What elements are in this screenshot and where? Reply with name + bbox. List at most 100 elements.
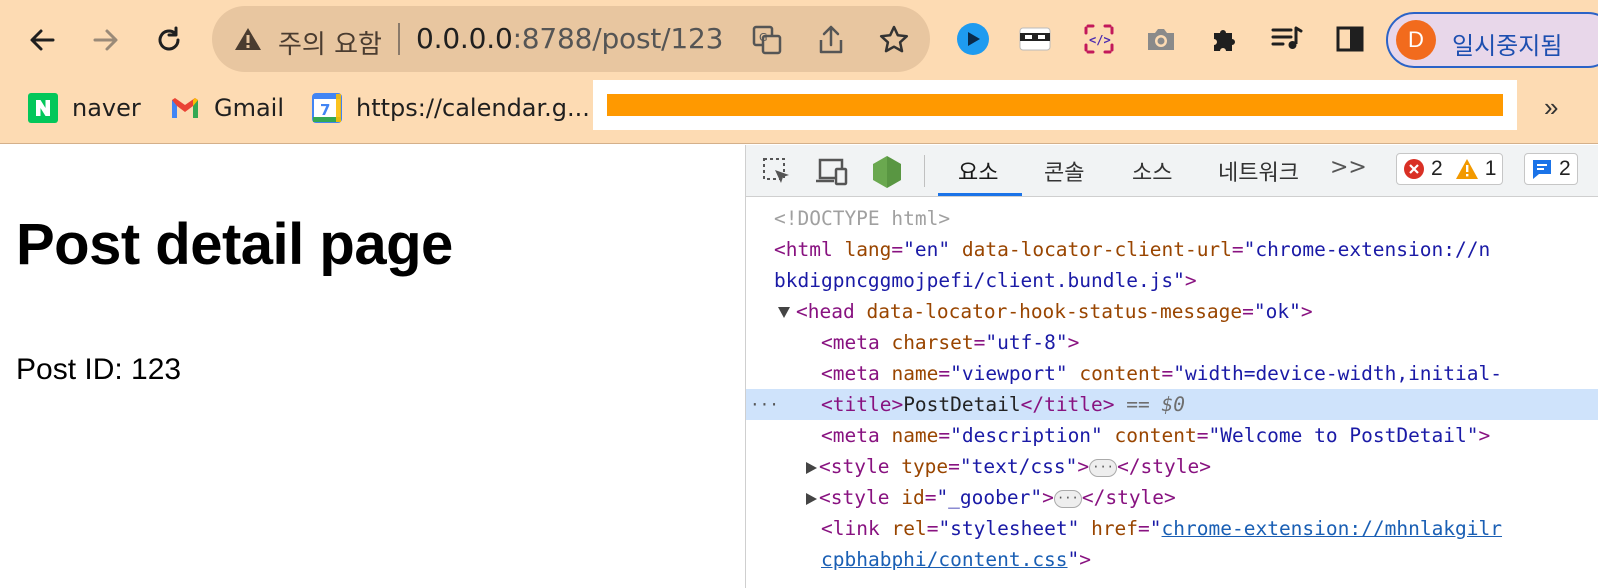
dom-line-link-cont[interactable]: cpbhabphi/content.css"> [746, 544, 1598, 575]
dom-line-style-goober[interactable]: <style id="_goober"> ··· </style> [746, 482, 1598, 513]
style-tag-close: </style> [1081, 486, 1176, 509]
post-id-text: Post ID: 123 [16, 353, 182, 386]
url-path: :8788/post/123 [512, 22, 724, 55]
stylesheet-link[interactable]: chrome-extension://mhnlakgilr [1162, 517, 1502, 540]
tab-network[interactable]: 네트워크 [1218, 155, 1299, 187]
translate-button[interactable]: G [750, 23, 784, 57]
calendar-icon: 7 [312, 93, 342, 123]
more-tabs-button[interactable]: >> [1330, 155, 1367, 180]
bookmark-calendar[interactable]: 7 https://calendar.g... [312, 92, 590, 124]
dom-line-style-css[interactable]: <style type="text/css"> ··· </style> [746, 451, 1598, 482]
extensions-button[interactable] [1205, 20, 1243, 58]
extension-iq-button[interactable] [954, 20, 992, 58]
attr-name: name [891, 362, 939, 385]
style-tag-open: <style [819, 455, 890, 478]
bookmark-button[interactable] [877, 23, 911, 57]
url-host: 0.0.0.0 [416, 22, 513, 55]
dom-line-doctype[interactable]: <!DOCTYPE html> [746, 203, 1598, 234]
meta-tag-open: <meta [821, 424, 880, 447]
tab-elements[interactable]: 요소 [958, 155, 998, 187]
stylesheet-link-continued[interactable]: cpbhabphi/content.css [821, 548, 1068, 571]
bookmark-gmail[interactable]: Gmail [170, 92, 284, 124]
tag-close: > [1079, 548, 1092, 571]
dom-line-head[interactable]: <head data-locator-hook-status-message="… [746, 296, 1598, 327]
expand-triangle-icon[interactable] [806, 461, 817, 474]
dom-line-html[interactable]: <html lang="en" data-locator-client-url=… [746, 234, 1598, 265]
collapse-triangle-icon[interactable] [778, 307, 790, 318]
tab-sources[interactable]: 소스 [1132, 155, 1172, 187]
extension-code-icon: </> [1084, 24, 1114, 54]
svg-text:7: 7 [320, 101, 330, 119]
attr-value: "utf-8" [985, 331, 1068, 354]
profile-button[interactable]: D 일시중지됨 [1386, 12, 1598, 68]
address-bar[interactable]: 주의 요함 0.0.0.0:8788/post/123 G [212, 6, 930, 72]
share-icon [819, 25, 843, 54]
inspect-cursor-icon [763, 158, 789, 183]
console-ref: == $0 [1126, 393, 1185, 416]
side-panel-icon [1336, 26, 1364, 52]
warning-triangle-icon[interactable] [234, 26, 262, 57]
html-tag-open: <html [774, 238, 833, 261]
attr-value-end: " [1067, 548, 1080, 571]
device-mode-icon [816, 158, 848, 186]
svg-text:G: G [759, 31, 768, 44]
omnibox-divider [398, 23, 400, 55]
forward-arrow-icon [93, 29, 118, 51]
dom-line-meta-viewport[interactable]: <meta name="viewport" content="width=dev… [746, 358, 1598, 389]
gmail-icon [172, 98, 198, 118]
reload-button[interactable] [147, 18, 191, 62]
node-devtools-button[interactable] [870, 155, 904, 189]
warning-count: 1 [1484, 157, 1497, 180]
url-text[interactable]: 0.0.0.0:8788/post/123 [416, 22, 723, 55]
error-count: 2 [1431, 157, 1443, 180]
forward-button[interactable] [84, 18, 128, 62]
back-button[interactable] [20, 18, 64, 62]
dom-line-html-cont[interactable]: bkdigpncggmojpefi/client.bundle.js"> [746, 265, 1598, 296]
media-queue-icon [1271, 26, 1303, 49]
toolbar-separator [924, 155, 925, 187]
issues-counter[interactable]: 2 1 [1396, 153, 1504, 185]
attr-value: "description" [950, 424, 1103, 447]
attr-value: "width=device-width,initial- [1173, 362, 1502, 385]
dom-line-meta-charset[interactable]: <meta charset="utf-8"> [746, 327, 1598, 358]
link-tag-open: <link [821, 517, 880, 540]
media-queue-button[interactable] [1268, 20, 1306, 58]
bookmark-label: naver [72, 94, 141, 122]
bookmark-star-icon [879, 25, 909, 53]
extensions-puzzle-icon [1214, 30, 1235, 51]
bookmark-naver[interactable]: naver [28, 92, 141, 124]
dom-line-title-selected[interactable]: ··· <title>PostDetail</title> == $0 [746, 389, 1598, 420]
tab-console[interactable]: 콘솔 [1044, 155, 1084, 187]
share-button[interactable] [814, 23, 848, 57]
warning-icon [1455, 159, 1478, 179]
active-tab-indicator [938, 193, 1022, 196]
browser-toolbar: 주의 요함 0.0.0.0:8788/post/123 G </> D 일시중지… [0, 0, 1598, 78]
attr-name: id [901, 486, 925, 509]
attr-value: "text/css" [959, 455, 1078, 478]
extension-code-button[interactable]: </> [1080, 20, 1118, 58]
dom-line-link-stylesheet[interactable]: <link rel="stylesheet" href="chrome-exte… [746, 513, 1598, 544]
inspect-element-button[interactable] [760, 155, 794, 189]
dom-line-meta-description[interactable]: <meta name="description" content="Welcom… [746, 420, 1598, 451]
expand-triangle-icon[interactable] [806, 492, 817, 505]
attr-name: name [891, 424, 939, 447]
style-tag-close: </style> [1117, 455, 1211, 478]
attr-value: "en" [903, 238, 951, 261]
message-icon [1533, 160, 1551, 179]
attr-name: lang [844, 238, 892, 261]
page-viewport: Post detail page Post ID: 123 [0, 145, 745, 588]
profile-status-label: 일시중지됨 [1452, 32, 1563, 60]
collapsed-content-ellipsis[interactable]: ··· [1089, 458, 1118, 477]
bookmarks-overflow-button[interactable]: » [1544, 92, 1558, 123]
device-toolbar-button[interactable] [814, 155, 848, 189]
attr-name: rel [891, 517, 927, 540]
more-actions-dots[interactable]: ··· [750, 389, 779, 420]
extension-mask-button[interactable] [1016, 20, 1054, 58]
page-title: Post detail page [16, 212, 453, 277]
messages-counter[interactable]: 2 [1524, 153, 1578, 185]
side-panel-button[interactable] [1331, 20, 1369, 58]
tag-close: > [1067, 331, 1080, 354]
security-warning-label[interactable]: 주의 요함 [278, 24, 382, 61]
extension-camera-button[interactable] [1142, 20, 1180, 58]
collapsed-content-ellipsis[interactable]: ··· [1053, 489, 1082, 508]
